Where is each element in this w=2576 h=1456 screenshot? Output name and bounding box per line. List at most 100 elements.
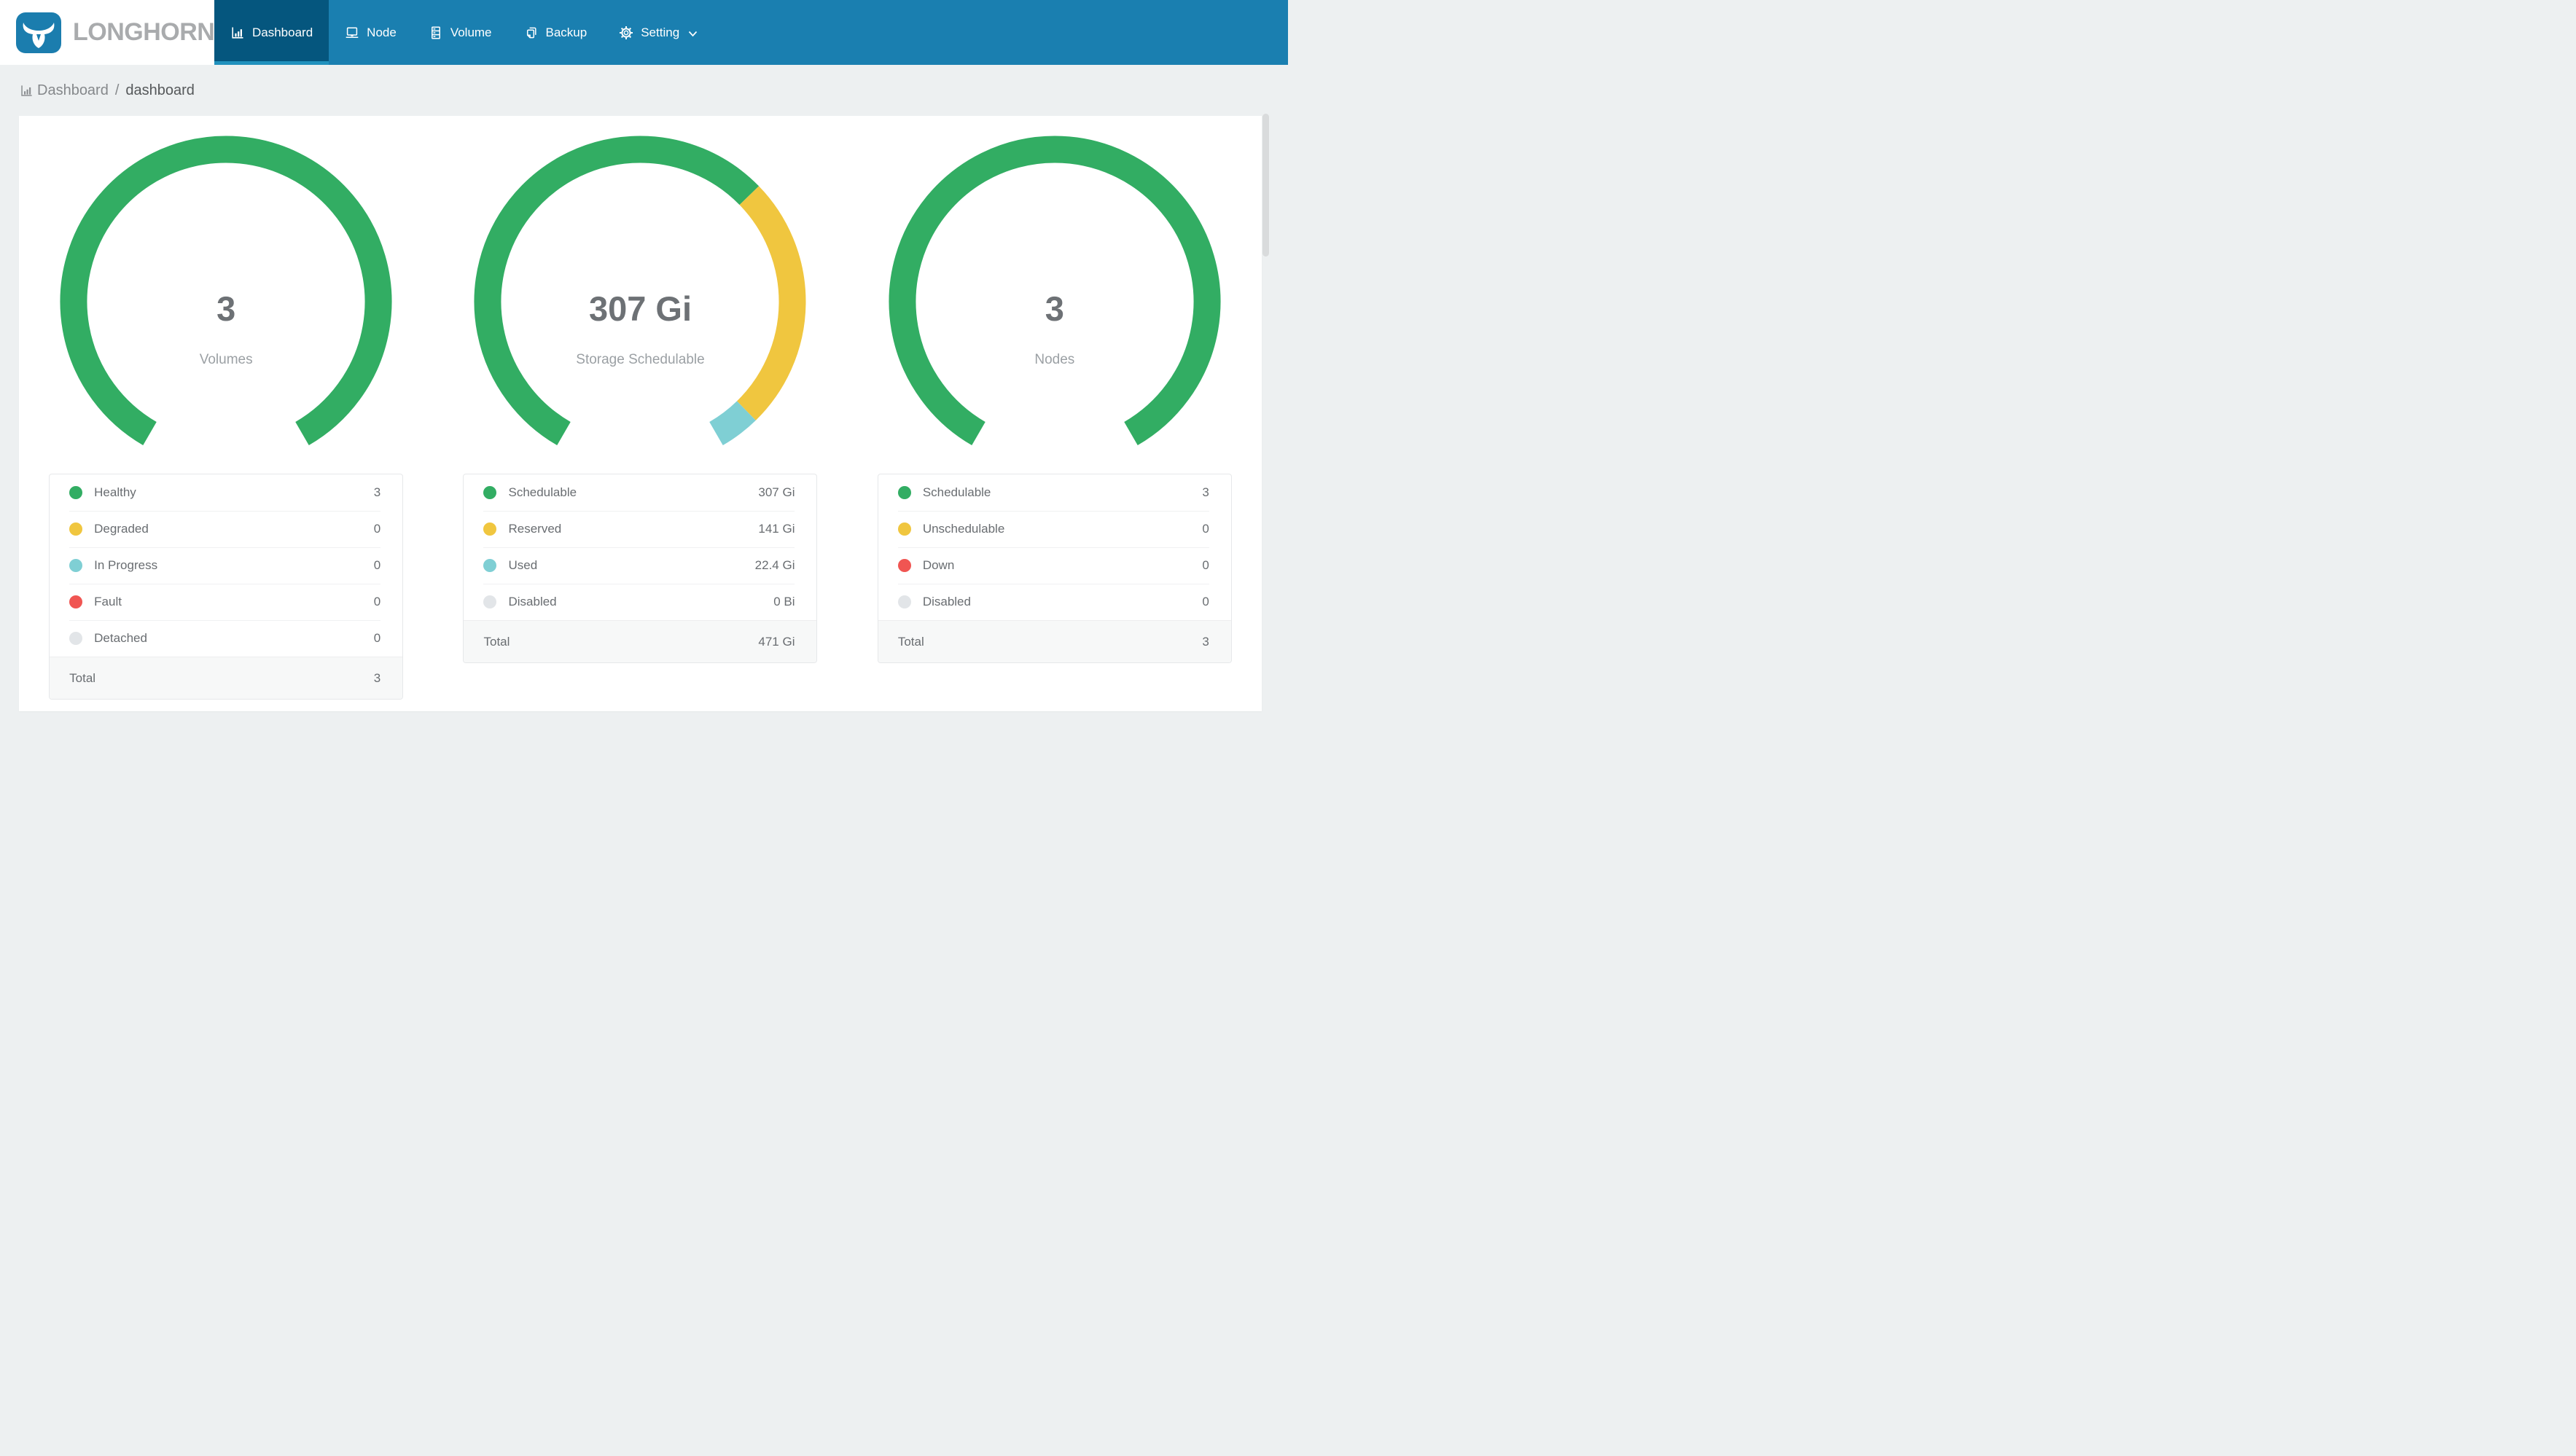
gauge-volumes: 3 Volumes Healthy 3 Degraded 0 In Progress 0 F… [19,134,433,711]
donut-chart [889,136,1221,445]
legend-row: Healthy 3 [50,474,402,511]
legend-value: 0 [1202,595,1209,608]
legend-dot-icon [69,486,83,499]
total-value: 3 [1202,634,1209,649]
legend-row: In Progress 0 [50,547,402,584]
copy-icon [524,26,539,40]
legend-table-nodes: Schedulable 3 Unschedulable 0 Down 0 Disabled 0… [877,474,1232,663]
legend-row: Degraded 0 [50,511,402,547]
donut-chart [475,136,806,446]
nav-tab-backup[interactable]: Backup [508,0,604,65]
legend-label: Schedulable [922,485,991,499]
gear-icon [619,26,633,40]
legend-label: Fault [94,595,122,608]
dashboard-card: 3 Volumes Healthy 3 Degraded 0 In Progress 0 F… [19,116,1262,711]
nav-tab-volume[interactable]: Volume [413,0,508,65]
breadcrumb-separator: / [114,82,120,98]
top-navbar: LONGHORN Dashboard Node Volume Backup Se… [0,0,1288,65]
gauge-donut-nodes: 3 Nodes [887,134,1222,447]
longhorn-logo-icon [16,12,61,53]
nav-tab-label: Volume [450,25,492,39]
legend-dot-icon [483,486,497,499]
legend-row: Schedulable 307 Gi [464,474,816,511]
legend-total-row: Total 3 [50,657,403,699]
bar-chart-icon [230,26,245,40]
total-label: Total [897,634,924,649]
legend-row: Unschedulable 0 [878,511,1231,547]
breadcrumb-page: dashboard [125,82,195,98]
donut-segment [60,136,392,445]
brand-text: LONGHORN [73,18,215,46]
total-label: Total [483,634,510,649]
legend-dot-icon [897,522,911,536]
nav-tab-label: Dashboard [252,25,313,39]
gauge-nodes: 3 Nodes Schedulable 3 Unschedulable 0 Down 0 D… [848,134,1262,711]
nav-tab-node[interactable]: Node [329,0,413,65]
nav-tab-label: Backup [545,25,588,39]
nav-tab-label: Setting [641,25,680,39]
gauge-storage: 307 Gi Storage Schedulable Schedulable 30… [433,134,847,711]
nav-tab-dashboard[interactable]: Dashboard [214,0,329,65]
legend-label: Reserved [508,522,562,536]
legend-value: 0 [373,522,381,536]
legend-dot-icon [897,486,911,499]
scrollbar-thumb[interactable] [1262,114,1269,257]
legend-table-storage: Schedulable 307 Gi Reserved 141 Gi Used 22.4 … [463,474,818,663]
legend-total-row: Total 3 [878,620,1231,662]
legend-value: 0 [373,595,381,608]
legend-label: Schedulable [508,485,577,499]
total-value: 471 Gi [758,634,795,649]
nav-tab-label: Node [367,25,397,39]
legend-label: Healthy [94,485,136,499]
bar-chart-icon [20,84,34,98]
legend-row: Schedulable 3 [878,474,1231,511]
legend-label: Used [508,558,538,572]
laptop-icon [345,26,359,40]
legend-total-row: Total 471 Gi [464,620,817,662]
legend-value: 0 [373,631,381,645]
legend-dot-icon [483,559,497,572]
legend-value: 0 [373,558,381,572]
legend-value: 307 Gi [758,485,795,499]
legend-value: 0 [1202,522,1209,536]
legend-row: Fault 0 [50,584,402,620]
breadcrumb: Dashboard / dashboard [0,65,1288,116]
legend-label: Detached [94,631,147,645]
legend-row: Down 0 [878,547,1231,584]
legend-label: Down [922,558,955,572]
legend-dot-icon [897,559,911,572]
total-value: 3 [373,670,381,685]
legend-dot-icon [483,595,497,608]
legend-value: 141 Gi [758,522,795,536]
legend-label: Degraded [94,522,149,536]
donut-segment [889,136,1221,445]
nav-items: Dashboard Node Volume Backup Setting [214,0,714,65]
gauge-donut-volumes: 3 Volumes [58,134,394,447]
breadcrumb-section[interactable]: Dashboard [37,82,109,99]
total-label: Total [69,670,96,685]
legend-dot-icon [69,595,83,608]
legend-value: 3 [1202,485,1209,499]
legend-dot-icon [897,595,911,608]
legend-value: 0 Bi [773,595,795,608]
chevron-down-icon [688,31,698,37]
legend-dot-icon [69,559,83,572]
legend-value: 22.4 Gi [754,558,795,572]
legend-dot-icon [69,632,83,645]
legend-value: 0 [1202,558,1209,572]
legend-dot-icon [483,522,497,536]
brand[interactable]: LONGHORN [0,0,215,65]
donut-segment [709,401,757,446]
legend-row: Disabled 0 Bi [464,584,816,620]
donut-segment [737,186,806,420]
nav-tab-setting[interactable]: Setting [603,0,714,65]
donut-segment [475,136,760,446]
legend-label: Disabled [922,595,971,608]
server-icon [429,26,443,40]
legend-value: 3 [373,485,381,499]
legend-row: Disabled 0 [878,584,1231,620]
legend-label: Unschedulable [922,522,1005,536]
legend-label: Disabled [508,595,557,608]
legend-table-volumes: Healthy 3 Degraded 0 In Progress 0 Fault 0 Detac… [49,474,404,700]
legend-dot-icon [69,522,83,536]
